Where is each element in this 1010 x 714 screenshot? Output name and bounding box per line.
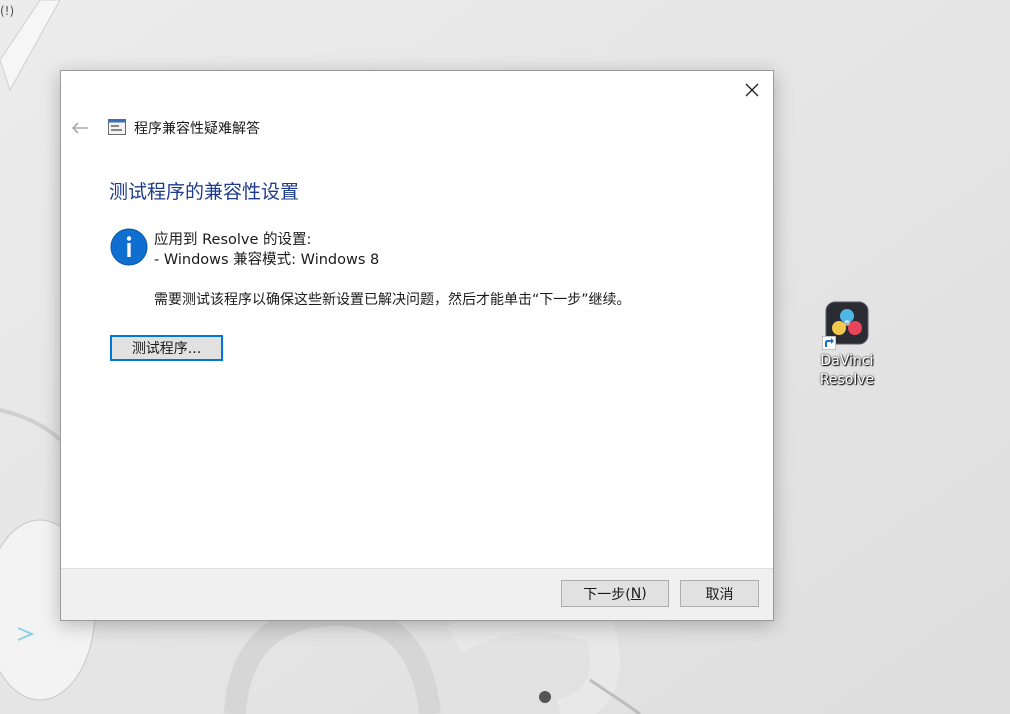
davinci-resolve-icon [822, 300, 870, 350]
desktop-top-left-label: (!) [0, 4, 15, 18]
next-button-suffix: ) [641, 585, 647, 602]
test-program-button[interactable]: 测试程序... [110, 335, 223, 361]
next-button-label: 下一步( [583, 586, 631, 603]
applied-settings-label: 应用到 Resolve 的设置: [154, 232, 312, 248]
davinci-resolve-label: DaVinci Resolve [819, 353, 875, 388]
close-button[interactable] [737, 77, 767, 103]
instruction-text: 需要测试该程序以确保这些新设置已解决问题，然后才能单击“下一步”继续。 [154, 292, 631, 308]
page-heading: 测试程序的兼容性设置 [109, 181, 300, 203]
davinci-resolve-shortcut[interactable]: DaVinci Resolve [812, 300, 882, 390]
compat-mode-line: - Windows 兼容模式: Windows 8 [154, 252, 380, 268]
desktop: (!) DaVinci Resolve 程序兼容性疑难解答 测试程序的兼容性设置… [0, 0, 1010, 714]
next-button[interactable]: 下一步(N) [561, 580, 669, 607]
back-arrow-icon [72, 122, 88, 134]
back-button[interactable] [69, 117, 91, 139]
dialog-footer: 下一步(N) 取消 [61, 568, 773, 620]
cancel-button[interactable]: 取消 [680, 580, 759, 607]
troubleshooter-app-icon [108, 119, 126, 135]
shortcut-arrow-icon [822, 336, 836, 350]
close-icon [745, 83, 759, 97]
compatibility-troubleshooter-dialog: 程序兼容性疑难解答 测试程序的兼容性设置 应用到 Resolve 的设置: - … [60, 70, 774, 621]
app-title: 程序兼容性疑难解答 [134, 121, 260, 137]
next-button-mnemonic: N [630, 585, 642, 602]
info-icon [110, 228, 148, 266]
